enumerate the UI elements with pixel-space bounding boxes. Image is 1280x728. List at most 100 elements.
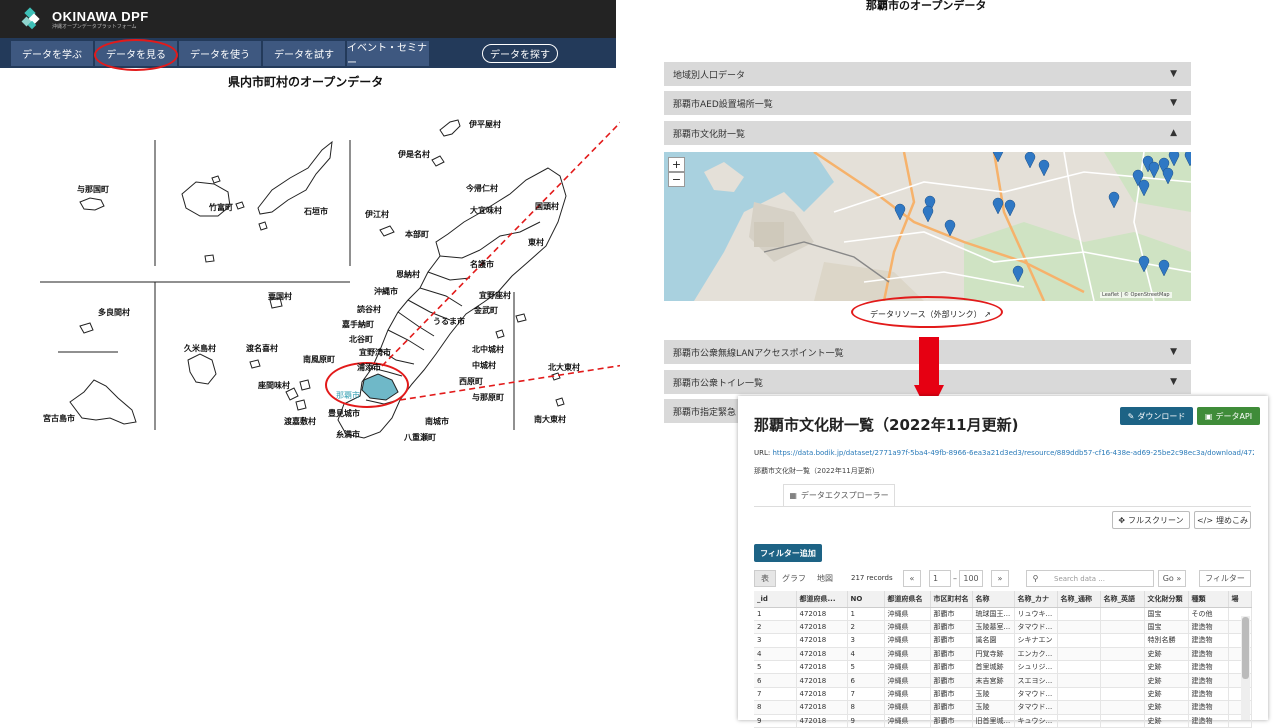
- dataset-url[interactable]: URL: https://data.bodik.jp/dataset/2771a…: [754, 449, 1254, 457]
- label-tomigusuku[interactable]: 豊見城市: [328, 408, 360, 419]
- column-header[interactable]: 都道府県名: [884, 591, 931, 608]
- label-higashi[interactable]: 東村: [528, 237, 544, 248]
- url-value[interactable]: https://data.bodik.jp/dataset/2771a97f-5…: [772, 449, 1254, 457]
- label-ginowan[interactable]: 宜野湾市: [359, 347, 391, 358]
- table-cell: 建造物: [1188, 660, 1229, 675]
- table-cell: キュウシ...: [1014, 714, 1058, 728]
- column-header[interactable]: 市区町村名: [930, 591, 973, 608]
- view-map-tab[interactable]: 地図: [812, 570, 838, 587]
- map-attribution[interactable]: Leaflet | © OpenStreetMap: [1100, 292, 1172, 298]
- go-button[interactable]: Go »: [1158, 570, 1186, 587]
- column-header[interactable]: 種類: [1188, 591, 1229, 608]
- embed-button[interactable]: </> 埋めこみ: [1194, 511, 1251, 529]
- label-naha[interactable]: 那覇市: [336, 390, 360, 401]
- label-kitadaito[interactable]: 北大東村: [548, 362, 580, 373]
- column-header[interactable]: 名称: [972, 591, 1015, 608]
- label-iheya[interactable]: 伊平屋村: [469, 119, 501, 130]
- label-zamami[interactable]: 座間味村: [258, 380, 290, 391]
- label-itoman[interactable]: 糸満市: [336, 429, 360, 440]
- zoom-out-button[interactable]: −: [668, 172, 685, 187]
- table-row[interactable]: 8 472018 8 沖縄県 那覇市 玉陵 タマウド... 史跡 建造物: [754, 700, 1252, 715]
- search-input[interactable]: Search data ...: [1026, 570, 1154, 587]
- table-row[interactable]: 9 472018 9 沖縄県 那覇市 旧首里城... キュウシ... 史跡 建造物: [754, 714, 1252, 728]
- table-row[interactable]: 5 472018 5 沖縄県 那覇市 首里城跡 シュリジ... 史跡 建造物: [754, 660, 1252, 675]
- table-cell: 建造物: [1188, 673, 1229, 688]
- label-taketomi[interactable]: 竹富町: [209, 202, 233, 213]
- label-urasoe[interactable]: 浦添市: [357, 362, 381, 373]
- table-cell: 沖縄県: [884, 607, 931, 621]
- table-row[interactable]: 1 472018 1 沖縄県 那覇市 琉球国王... リュウキ... 国宝 その他: [754, 607, 1252, 621]
- column-header[interactable]: 名称_カナ: [1014, 591, 1058, 608]
- label-kadena[interactable]: 嘉手納町: [342, 319, 374, 330]
- table-cell: 建造物: [1188, 687, 1229, 702]
- label-onna[interactable]: 恩納村: [396, 269, 420, 280]
- table-cell: [1057, 620, 1101, 635]
- label-chatan[interactable]: 北谷町: [349, 334, 373, 345]
- column-header[interactable]: _id: [754, 591, 797, 608]
- label-tokashiki[interactable]: 渡嘉敷村: [284, 416, 316, 427]
- label-okinawa[interactable]: 沖縄市: [374, 286, 398, 297]
- label-yaese[interactable]: 八重瀬町: [404, 432, 436, 443]
- pager-prev-button[interactable]: «: [903, 570, 921, 587]
- filter-button[interactable]: フィルター: [1199, 570, 1251, 587]
- label-nishihara[interactable]: 西原町: [459, 376, 483, 387]
- table-cell: 6: [847, 673, 885, 688]
- label-motobu[interactable]: 本部町: [405, 229, 429, 240]
- data-api-button[interactable]: ▣ データAPI: [1197, 407, 1260, 425]
- label-kumejima[interactable]: 久米島村: [184, 343, 216, 354]
- table-cell: 首里城跡: [972, 660, 1015, 675]
- label-uruma[interactable]: うるま市: [433, 316, 465, 327]
- fullscreen-button[interactable]: ✥ フルスクリーン: [1112, 511, 1190, 529]
- add-filter-button[interactable]: フィルター追加: [754, 544, 822, 562]
- label-kin[interactable]: 金武町: [474, 305, 498, 316]
- label-haebaru[interactable]: 南風原町: [303, 354, 335, 365]
- column-header[interactable]: 名称_英語: [1100, 591, 1145, 608]
- column-header[interactable]: 名称_通称: [1057, 591, 1101, 608]
- table-row[interactable]: 6 472018 6 沖縄県 那覇市 末吉宮跡 スエヨシ... 史跡 建造物: [754, 673, 1252, 688]
- column-header[interactable]: NO: [847, 591, 885, 608]
- label-izena[interactable]: 伊是名村: [398, 149, 430, 160]
- column-header[interactable]: 場: [1228, 591, 1252, 608]
- label-ogimi[interactable]: 大宜味村: [470, 205, 502, 216]
- column-header[interactable]: 文化財分類: [1144, 591, 1189, 608]
- table-row[interactable]: 3 472018 3 沖縄県 那覇市 識名園 シキナエン 特別名勝 建造物: [754, 633, 1252, 648]
- label-yonaguni[interactable]: 与那国町: [77, 184, 109, 195]
- label-tonaki[interactable]: 渡名喜村: [246, 343, 278, 354]
- label-nanjo[interactable]: 南城市: [425, 416, 449, 427]
- column-header[interactable]: 都道府県...: [796, 591, 848, 608]
- label-tarama[interactable]: 多良間村: [98, 307, 130, 318]
- tab-data-explorer[interactable]: ▦ データエクスプローラー: [783, 484, 895, 506]
- label-kitanakagusuku[interactable]: 北中城村: [472, 344, 504, 355]
- zoom-in-button[interactable]: +: [668, 157, 685, 172]
- accordion-aed[interactable]: 那覇市AED設置場所一覧 ▼: [664, 91, 1191, 115]
- accordion-population[interactable]: 地域別人口データ ▼: [664, 62, 1191, 86]
- label-ishigaki[interactable]: 石垣市: [304, 206, 328, 217]
- view-table-tab[interactable]: 表: [754, 570, 776, 587]
- table-cell: 旧首里城...: [972, 714, 1015, 728]
- pager-from-input[interactable]: 1: [929, 570, 951, 587]
- label-aguni[interactable]: 粟国村: [268, 291, 292, 302]
- label-nakijin[interactable]: 今帰仁村: [466, 183, 498, 194]
- table-row[interactable]: 2 472018 2 沖縄県 那覇市 玉陵墓室... タマウド... 国宝 建造物: [754, 620, 1252, 635]
- download-button[interactable]: ✎ ダウンロード: [1120, 407, 1193, 425]
- table-row[interactable]: 7 472018 7 沖縄県 那覇市 玉陵 タマウド... 史跡 建造物: [754, 687, 1252, 702]
- table-row[interactable]: 4 472018 4 沖縄県 那覇市 円覚寺跡 エンカク... 史跡 建造物: [754, 647, 1252, 662]
- label-nakagusuku[interactable]: 中城村: [472, 360, 496, 371]
- accordion-cultural-assets[interactable]: 那覇市文化財一覧 ▲: [664, 121, 1191, 145]
- leaflet-map[interactable]: [664, 152, 1191, 301]
- scrollbar-thumb[interactable]: [1242, 617, 1249, 679]
- label-minamidaito[interactable]: 南大東村: [534, 414, 566, 425]
- table-cell: 史跡: [1144, 647, 1189, 662]
- label-ginoza[interactable]: 宜野座村: [479, 290, 511, 301]
- label-nago[interactable]: 名護市: [470, 259, 494, 270]
- label-yonabaru[interactable]: 与那原町: [472, 392, 504, 403]
- label-kunigami[interactable]: 国頭村: [535, 201, 559, 212]
- table-cell: タマウド...: [1014, 687, 1058, 702]
- label-yomitan[interactable]: 読谷村: [357, 304, 381, 315]
- label-miyakojima[interactable]: 宮古島市: [43, 413, 75, 424]
- pager-to-input[interactable]: 100: [959, 570, 983, 587]
- view-graph-tab[interactable]: グラフ: [777, 570, 811, 587]
- pager-next-button[interactable]: »: [991, 570, 1009, 587]
- label-ie[interactable]: 伊江村: [365, 209, 389, 220]
- table-cell: スエヨシ...: [1014, 673, 1058, 688]
